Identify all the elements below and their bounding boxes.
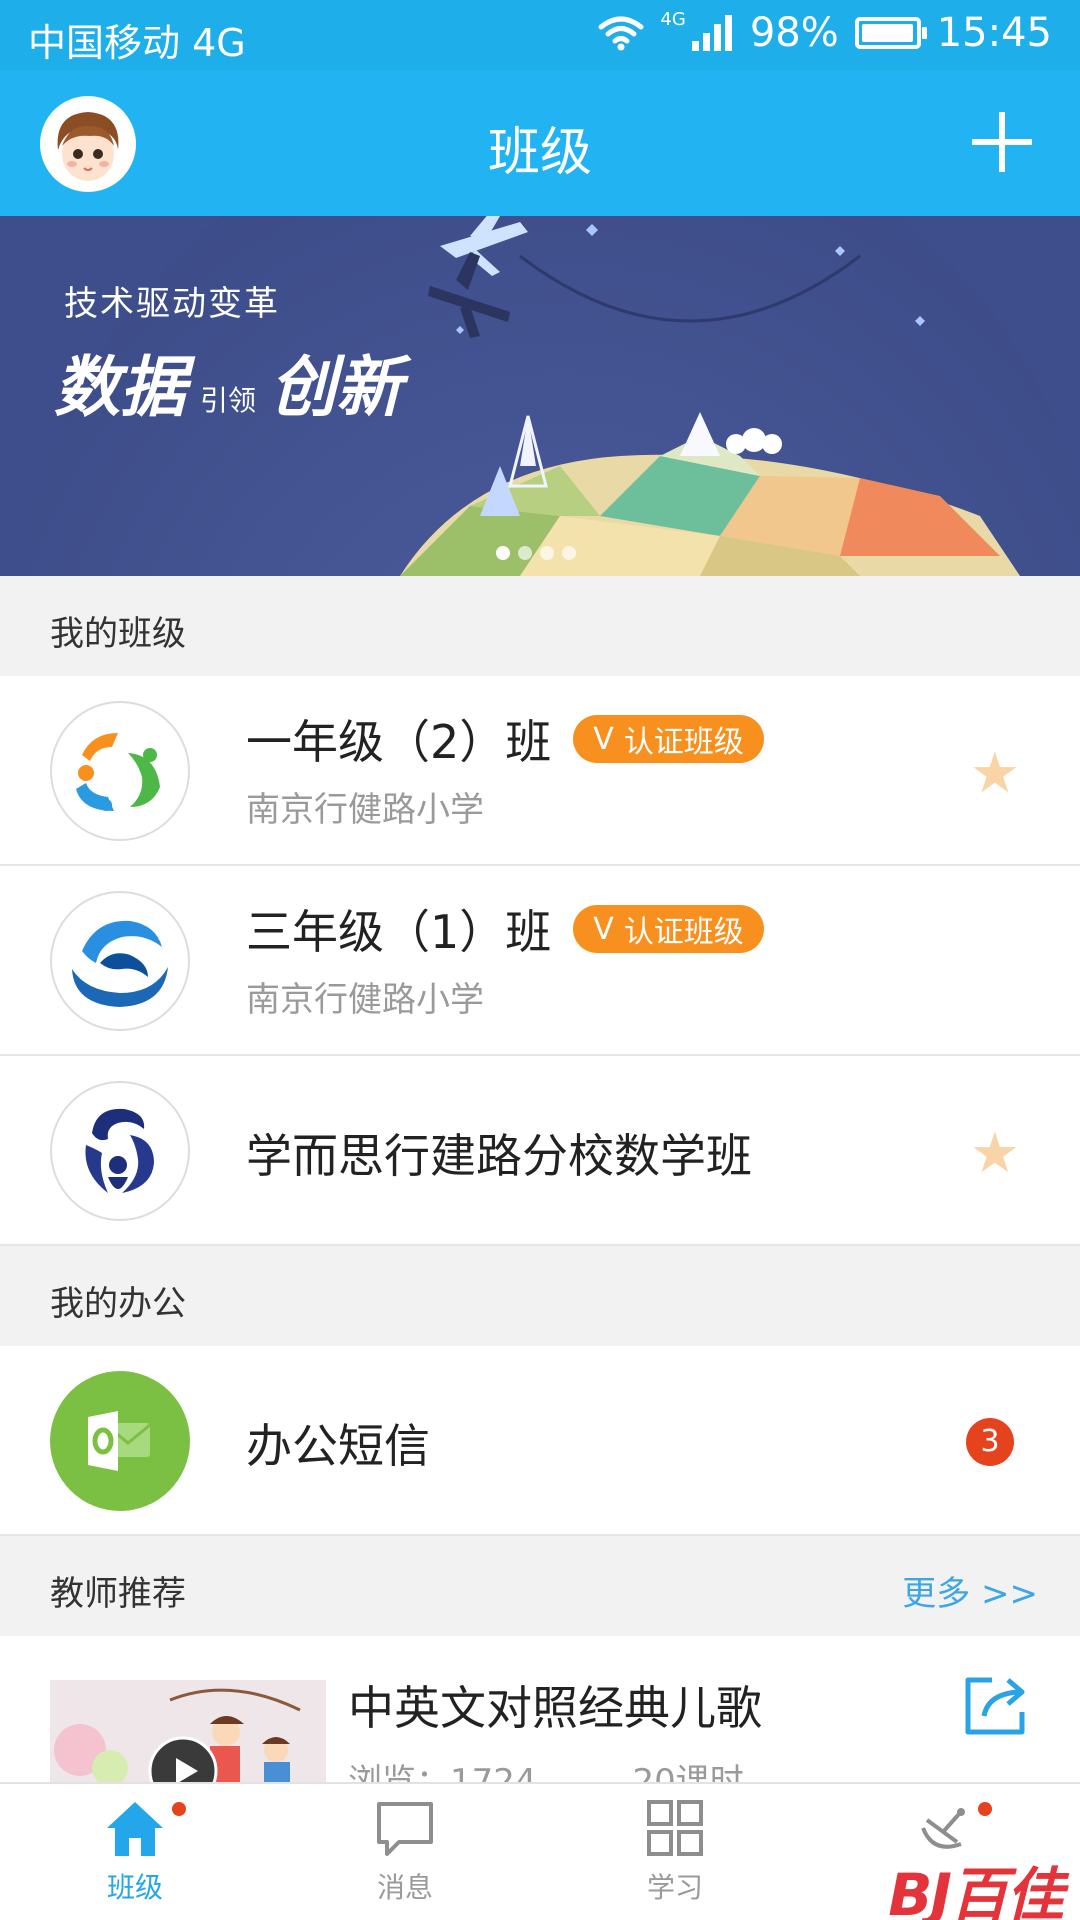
nav-label: 班级 bbox=[106, 1871, 163, 1904]
class-row[interactable]: 一年级（2）班 V 认证班级 南京行健路小学 ★ bbox=[0, 676, 1080, 866]
signal-icon bbox=[691, 15, 732, 51]
class-name: 学而思行建路分校数学班 bbox=[246, 1129, 752, 1183]
view-count: 浏览：1724 bbox=[348, 1762, 537, 1782]
class-name: 一年级（2）班 bbox=[246, 715, 552, 769]
section-header-my-office: 我的办公 bbox=[0, 1246, 1080, 1346]
section-header-my-classes: 我的班级 bbox=[0, 576, 1080, 676]
office-sms-logo bbox=[50, 1371, 190, 1511]
section-label: 我的班级 bbox=[50, 614, 186, 654]
pagination-dot[interactable] bbox=[562, 546, 576, 560]
unread-count-badge: 3 bbox=[966, 1418, 1014, 1466]
course-title: 中英文对照经典儿歌 bbox=[348, 1681, 762, 1735]
banner-slogan-part1: 数据 bbox=[54, 348, 186, 426]
pagination-dot[interactable] bbox=[540, 546, 554, 560]
grid-icon bbox=[647, 1800, 703, 1856]
app-header: 班级 bbox=[0, 70, 1080, 216]
add-button[interactable] bbox=[972, 112, 1032, 172]
recommend-card[interactable]: 中英文对照经典儿歌 浏览：1724 20课时 bbox=[0, 1636, 1080, 1782]
network-type-label: 4G bbox=[660, 8, 686, 30]
battery-percent: 98% bbox=[749, 10, 839, 56]
star-icon[interactable]: ★ bbox=[970, 746, 1020, 802]
class-logo-icon bbox=[85, 1108, 154, 1193]
lesson-count: 20课时 bbox=[632, 1762, 744, 1782]
banner-slogan-connector: 引领 bbox=[200, 384, 257, 417]
banner-slogan-part2: 创新 bbox=[270, 348, 403, 426]
star-icon[interactable]: ★ bbox=[970, 1126, 1020, 1182]
class-name: 三年级（1）班 bbox=[246, 905, 552, 959]
battery-icon bbox=[854, 17, 927, 49]
wifi-icon bbox=[598, 16, 644, 51]
class-name-line: 三年级（1）班 V 认证班级 bbox=[246, 896, 764, 962]
section-label: 教师推荐 bbox=[50, 1574, 186, 1614]
nav-tab-study[interactable]: 学习 bbox=[540, 1784, 810, 1920]
course-thumbnail bbox=[50, 1680, 326, 1782]
verified-mark: V bbox=[593, 911, 614, 947]
status-bar: 中国移动 4G 4G 98% 15:45 bbox=[0, 0, 1080, 70]
office-sms-label: 办公短信 bbox=[246, 1419, 430, 1473]
banner-slogan: 数据 引领 创新 bbox=[54, 334, 402, 430]
nav-notification-dot bbox=[978, 1802, 992, 1816]
message-icon bbox=[377, 1802, 433, 1856]
verified-mark: V bbox=[593, 721, 614, 757]
office-name-line: 办公短信 bbox=[246, 1410, 430, 1476]
verified-badge: V 认证班级 bbox=[573, 905, 764, 953]
nav-label: 学习 bbox=[646, 1871, 703, 1904]
class-row[interactable]: 学而思行建路分校数学班 ★ bbox=[0, 1056, 1080, 1246]
promo-banner[interactable]: 技术驱动变革 数据 引领 创新 bbox=[0, 216, 1080, 576]
class-logo-icon bbox=[76, 733, 160, 811]
school-name: 南京行健路小学 bbox=[246, 980, 484, 1020]
nav-tab-class[interactable]: 班级 bbox=[0, 1784, 270, 1920]
section-label: 我的办公 bbox=[50, 1284, 186, 1324]
share-icon[interactable] bbox=[962, 1674, 1032, 1738]
nav-tab-messages[interactable]: 消息 bbox=[270, 1784, 540, 1920]
class-logo bbox=[50, 1081, 190, 1221]
pagination-dot[interactable] bbox=[496, 546, 510, 560]
office-sms-icon bbox=[88, 1411, 151, 1471]
school-name: 南京行健路小学 bbox=[246, 790, 484, 830]
class-name-line: 一年级（2）班 V 认证班级 bbox=[246, 706, 764, 772]
page-title: 班级 bbox=[487, 123, 592, 183]
watermark-logo: BJ百佳 bbox=[888, 1861, 1064, 1920]
nav-label: 消息 bbox=[376, 1871, 433, 1904]
verified-badge-label: 认证班级 bbox=[623, 915, 744, 950]
office-sms-row[interactable]: 办公短信 3 bbox=[0, 1346, 1080, 1536]
play-icon[interactable] bbox=[148, 1736, 218, 1782]
banner-headline: 技术驱动变革 bbox=[64, 284, 280, 324]
clock: 15:45 bbox=[936, 10, 1052, 56]
carrier-label: 中国移动 4G bbox=[28, 21, 246, 65]
class-row[interactable]: 三年级（1）班 V 认证班级 南京行健路小学 bbox=[0, 866, 1080, 1056]
class-logo bbox=[50, 701, 190, 841]
class-name-line: 学而思行建路分校数学班 bbox=[246, 1120, 752, 1186]
status-icons: 4G 98% 15:45 bbox=[598, 8, 1052, 56]
class-logo bbox=[50, 891, 190, 1031]
nav-notification-dot bbox=[172, 1802, 186, 1816]
more-link[interactable]: 更多 >> bbox=[902, 1566, 1038, 1615]
course-meta: 浏览：1724 20课时 bbox=[348, 1754, 744, 1782]
class-logo-icon bbox=[70, 911, 170, 1011]
home-icon bbox=[107, 1802, 163, 1856]
banner-pagination bbox=[496, 546, 576, 560]
pagination-dot[interactable] bbox=[518, 546, 532, 560]
section-header-recommend: 教师推荐 更多 >> bbox=[0, 1536, 1080, 1636]
verified-badge-label: 认证班级 bbox=[623, 725, 744, 760]
verified-badge: V 认证班级 bbox=[573, 715, 764, 763]
